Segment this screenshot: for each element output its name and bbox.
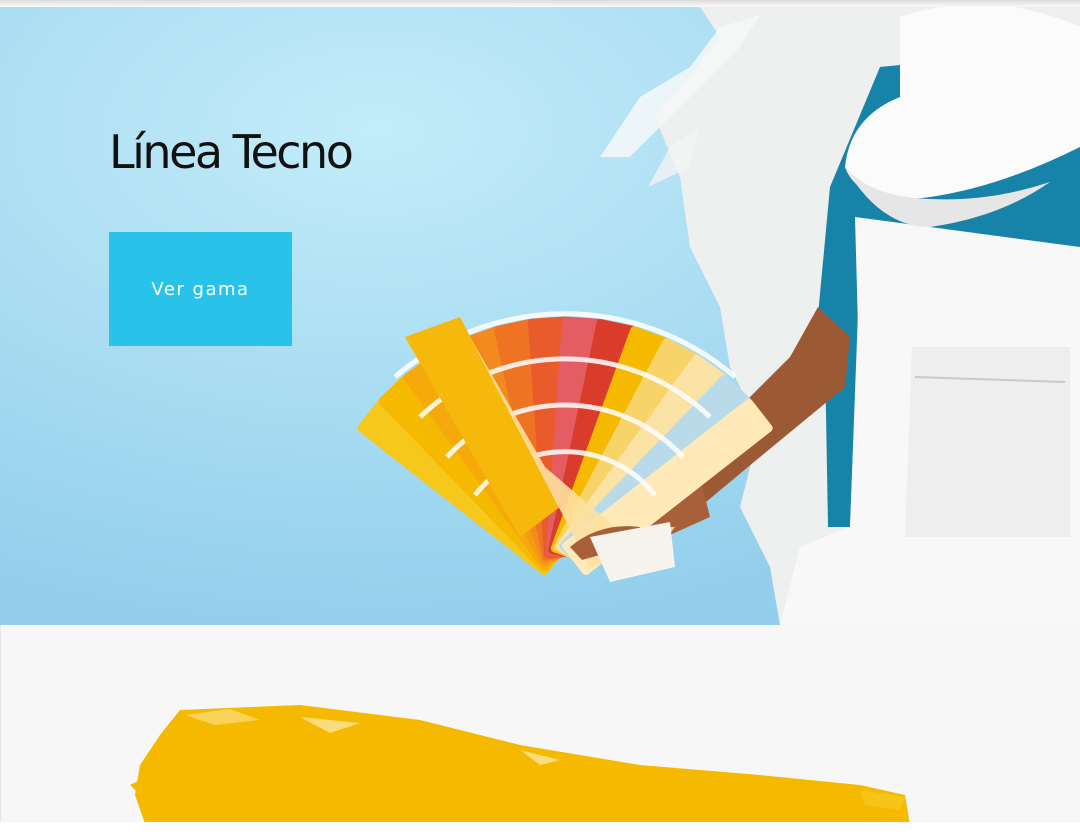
hero-title: Línea Tecno <box>109 125 354 179</box>
page-bottom <box>0 822 1080 838</box>
page: Línea Tecno Ver gama <box>0 0 1080 838</box>
hero-slider: Línea Tecno Ver gama <box>0 7 1080 625</box>
view-range-button[interactable]: Ver gama <box>109 232 292 346</box>
range-section <box>0 625 1080 838</box>
paint-stroke-image <box>130 705 910 838</box>
